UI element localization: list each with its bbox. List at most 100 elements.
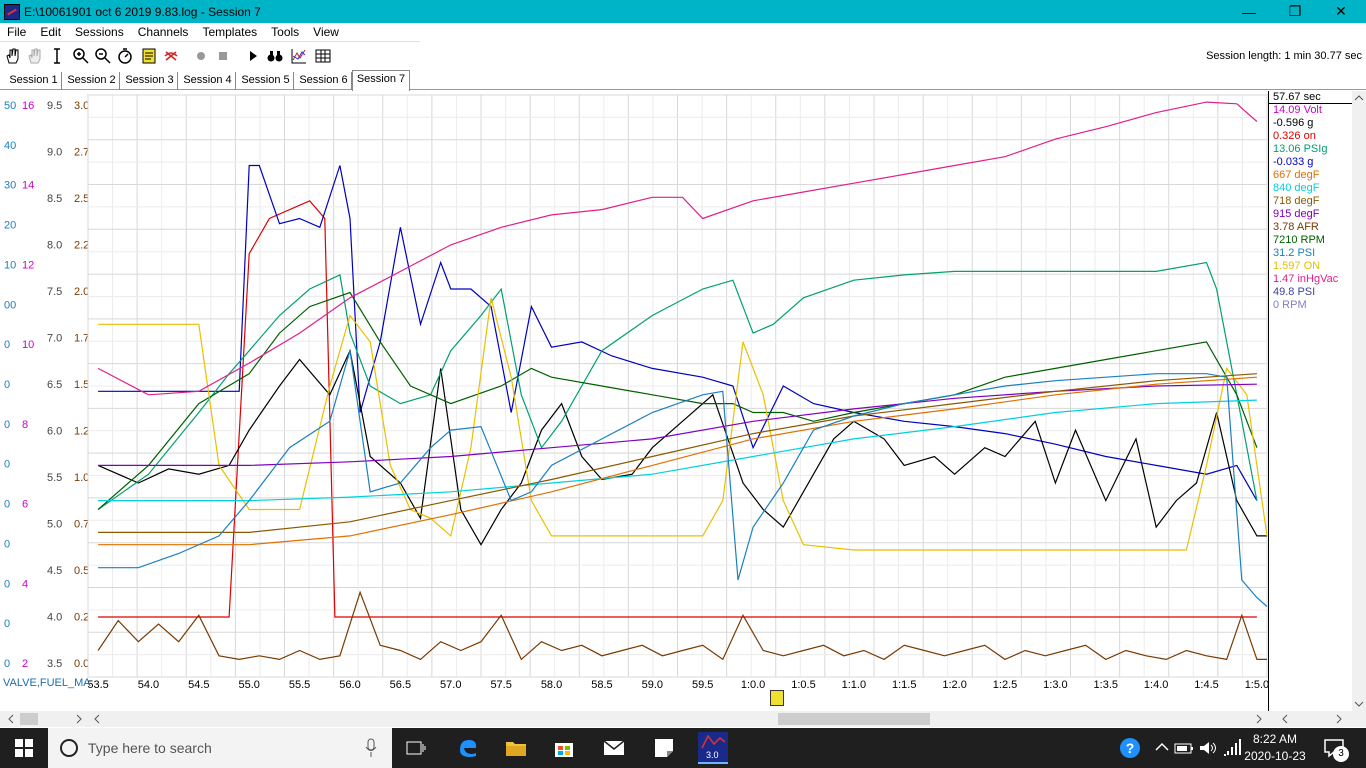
store-icon[interactable] <box>552 736 576 760</box>
y-tick-label: 9.5 <box>47 100 62 112</box>
volume-icon[interactable] <box>1196 736 1220 760</box>
tab-session-1[interactable]: Session 1 <box>6 72 62 90</box>
binoculars-icon[interactable] <box>266 47 284 65</box>
stop-icon[interactable] <box>214 47 232 65</box>
y-tick-label: 9.0 <box>47 147 62 159</box>
note-icon[interactable] <box>140 47 158 65</box>
app-logo-icon <box>4 3 20 20</box>
x-tick-label: 1:2.5 <box>993 679 1017 691</box>
scroll-left-icon[interactable] <box>1278 711 1292 727</box>
microphone-icon[interactable] <box>364 738 378 758</box>
menu-sessions[interactable]: Sessions <box>68 25 131 39</box>
legend-entry[interactable]: -0.033 g <box>1269 156 1352 169</box>
zoom-out-icon[interactable] <box>94 47 112 65</box>
minimize-button[interactable]: — <box>1226 0 1272 23</box>
menu-templates[interactable]: Templates <box>195 25 264 39</box>
zoom-in-icon[interactable] <box>72 47 90 65</box>
scroll-down-icon[interactable] <box>1352 697 1366 711</box>
vertical-scrollbar[interactable] <box>1352 91 1366 711</box>
legend-entry[interactable]: 0 RPM <box>1269 299 1352 312</box>
mail-icon[interactable] <box>602 736 626 760</box>
x-tick-label: 1:1.5 <box>892 679 916 691</box>
bookmark-icon[interactable] <box>770 690 784 706</box>
legend-entry[interactable]: 1.597 ON <box>1269 260 1352 273</box>
record-icon[interactable] <box>192 47 210 65</box>
table-icon[interactable] <box>314 47 332 65</box>
tab-session-7[interactable]: Session 7 <box>352 70 410 91</box>
system-clock[interactable]: 8:22 AM 2020-10-23 <box>1240 731 1310 765</box>
x-tick-label: 58.5 <box>591 679 612 691</box>
legend-entry[interactable]: 667 degF <box>1269 169 1352 182</box>
x-tick-label: 58.0 <box>541 679 562 691</box>
hand-icon[interactable] <box>4 47 22 65</box>
window-title: E:\10061901 oct 6 2019 9.83.log - Sessio… <box>24 4 261 19</box>
menu-file[interactable]: File <box>0 25 33 39</box>
tab-session-3[interactable]: Session 3 <box>122 72 178 90</box>
legend-entry[interactable]: 31.2 PSI <box>1269 247 1352 260</box>
legend-entry[interactable]: 49.8 PSI <box>1269 286 1352 299</box>
chevron-up-icon[interactable] <box>1150 736 1174 760</box>
scroll-left-icon[interactable] <box>90 711 104 727</box>
legend-entry[interactable]: 3.78 AFR <box>1269 221 1352 234</box>
play-icon[interactable] <box>244 47 262 65</box>
search-input[interactable]: Type here to search <box>48 728 392 768</box>
edge-browser-icon[interactable] <box>456 736 480 760</box>
scroll-right-icon[interactable] <box>72 711 86 727</box>
battery-icon[interactable] <box>1172 736 1196 760</box>
stopwatch-icon[interactable] <box>116 47 134 65</box>
search-placeholder: Type here to search <box>88 740 212 756</box>
legend-entry[interactable]: 14.09 Volt <box>1269 104 1352 117</box>
legend-entry[interactable]: 0.326 on <box>1269 130 1352 143</box>
start-button[interactable] <box>0 728 48 768</box>
y-tick-label: 0.0 <box>74 658 89 670</box>
clock-time: 8:22 AM <box>1252 732 1298 746</box>
task-view-icon[interactable] <box>404 736 428 760</box>
tab-session-5[interactable]: Session 5 <box>238 72 294 90</box>
channel-label: VALVE,FUEL_MA <box>3 677 91 689</box>
horizontal-scrollbar[interactable] <box>0 711 1366 727</box>
legend-entry[interactable]: 718 degF <box>1269 195 1352 208</box>
x-tick-label: 54.5 <box>188 679 209 691</box>
menu-tools[interactable]: Tools <box>264 25 306 39</box>
y-tick-label: 0 <box>4 538 10 550</box>
legend-entry[interactable]: 915 degF <box>1269 208 1352 221</box>
menu-view[interactable]: View <box>306 25 346 39</box>
windows-logo-icon <box>15 739 33 757</box>
x-axis-labels: 53.5 54.0 54.5 55.0 55.5 56.0 56.5 57.0 57.5 58.0… <box>87 679 1269 691</box>
scroll-right-icon[interactable] <box>1252 711 1266 727</box>
y-axis-labels: 5040302010000000000001614121086429.59.08… <box>4 100 89 670</box>
help-icon[interactable]: ? <box>1118 736 1142 760</box>
hand-disabled-icon[interactable] <box>26 47 44 65</box>
scroll-thumb[interactable] <box>778 713 930 725</box>
legend-entry[interactable]: 7210 RPM <box>1269 234 1352 247</box>
chart-icon[interactable] <box>290 47 308 65</box>
y-tick-label: 0 <box>4 379 10 391</box>
x-tick-label: 56.0 <box>339 679 360 691</box>
scroll-thumb-left[interactable] <box>20 713 38 725</box>
search-icon <box>60 739 78 757</box>
file-explorer-icon[interactable] <box>504 736 528 760</box>
x-tick-label: 56.5 <box>390 679 411 691</box>
scroll-left-icon[interactable] <box>4 711 18 727</box>
y-tick-label: 40 <box>4 140 16 152</box>
y-tick-label: 2.0 <box>74 286 89 298</box>
sticky-notes-icon[interactable] <box>652 736 676 760</box>
legend-entry[interactable]: 840 degF <box>1269 182 1352 195</box>
app-taskbar-button[interactable]: 3.0 <box>698 732 728 764</box>
close-button[interactable]: ✕ <box>1318 0 1364 23</box>
log-chart[interactable]: 5040302010000000000001614121086429.59.08… <box>0 91 1366 711</box>
x-tick-label: 1:3.0 <box>1043 679 1067 691</box>
legend-entry[interactable]: 13.06 PSIg <box>1269 143 1352 156</box>
cursor-icon[interactable] <box>48 47 66 65</box>
clear-icon[interactable] <box>162 47 180 65</box>
maximize-button[interactable]: ❐ <box>1272 0 1318 23</box>
tab-session-2[interactable]: Session 2 <box>64 72 120 90</box>
legend-entry[interactable]: 1.47 inHgVac <box>1269 273 1352 286</box>
scroll-up-icon[interactable] <box>1352 91 1366 105</box>
tab-session-6[interactable]: Session 6 <box>296 72 352 90</box>
tab-session-4[interactable]: Session 4 <box>180 72 236 90</box>
menu-edit[interactable]: Edit <box>33 25 68 39</box>
menu-channels[interactable]: Channels <box>131 25 196 39</box>
legend-entry[interactable]: -0.596 g <box>1269 117 1352 130</box>
scroll-right-icon[interactable] <box>1332 711 1346 727</box>
